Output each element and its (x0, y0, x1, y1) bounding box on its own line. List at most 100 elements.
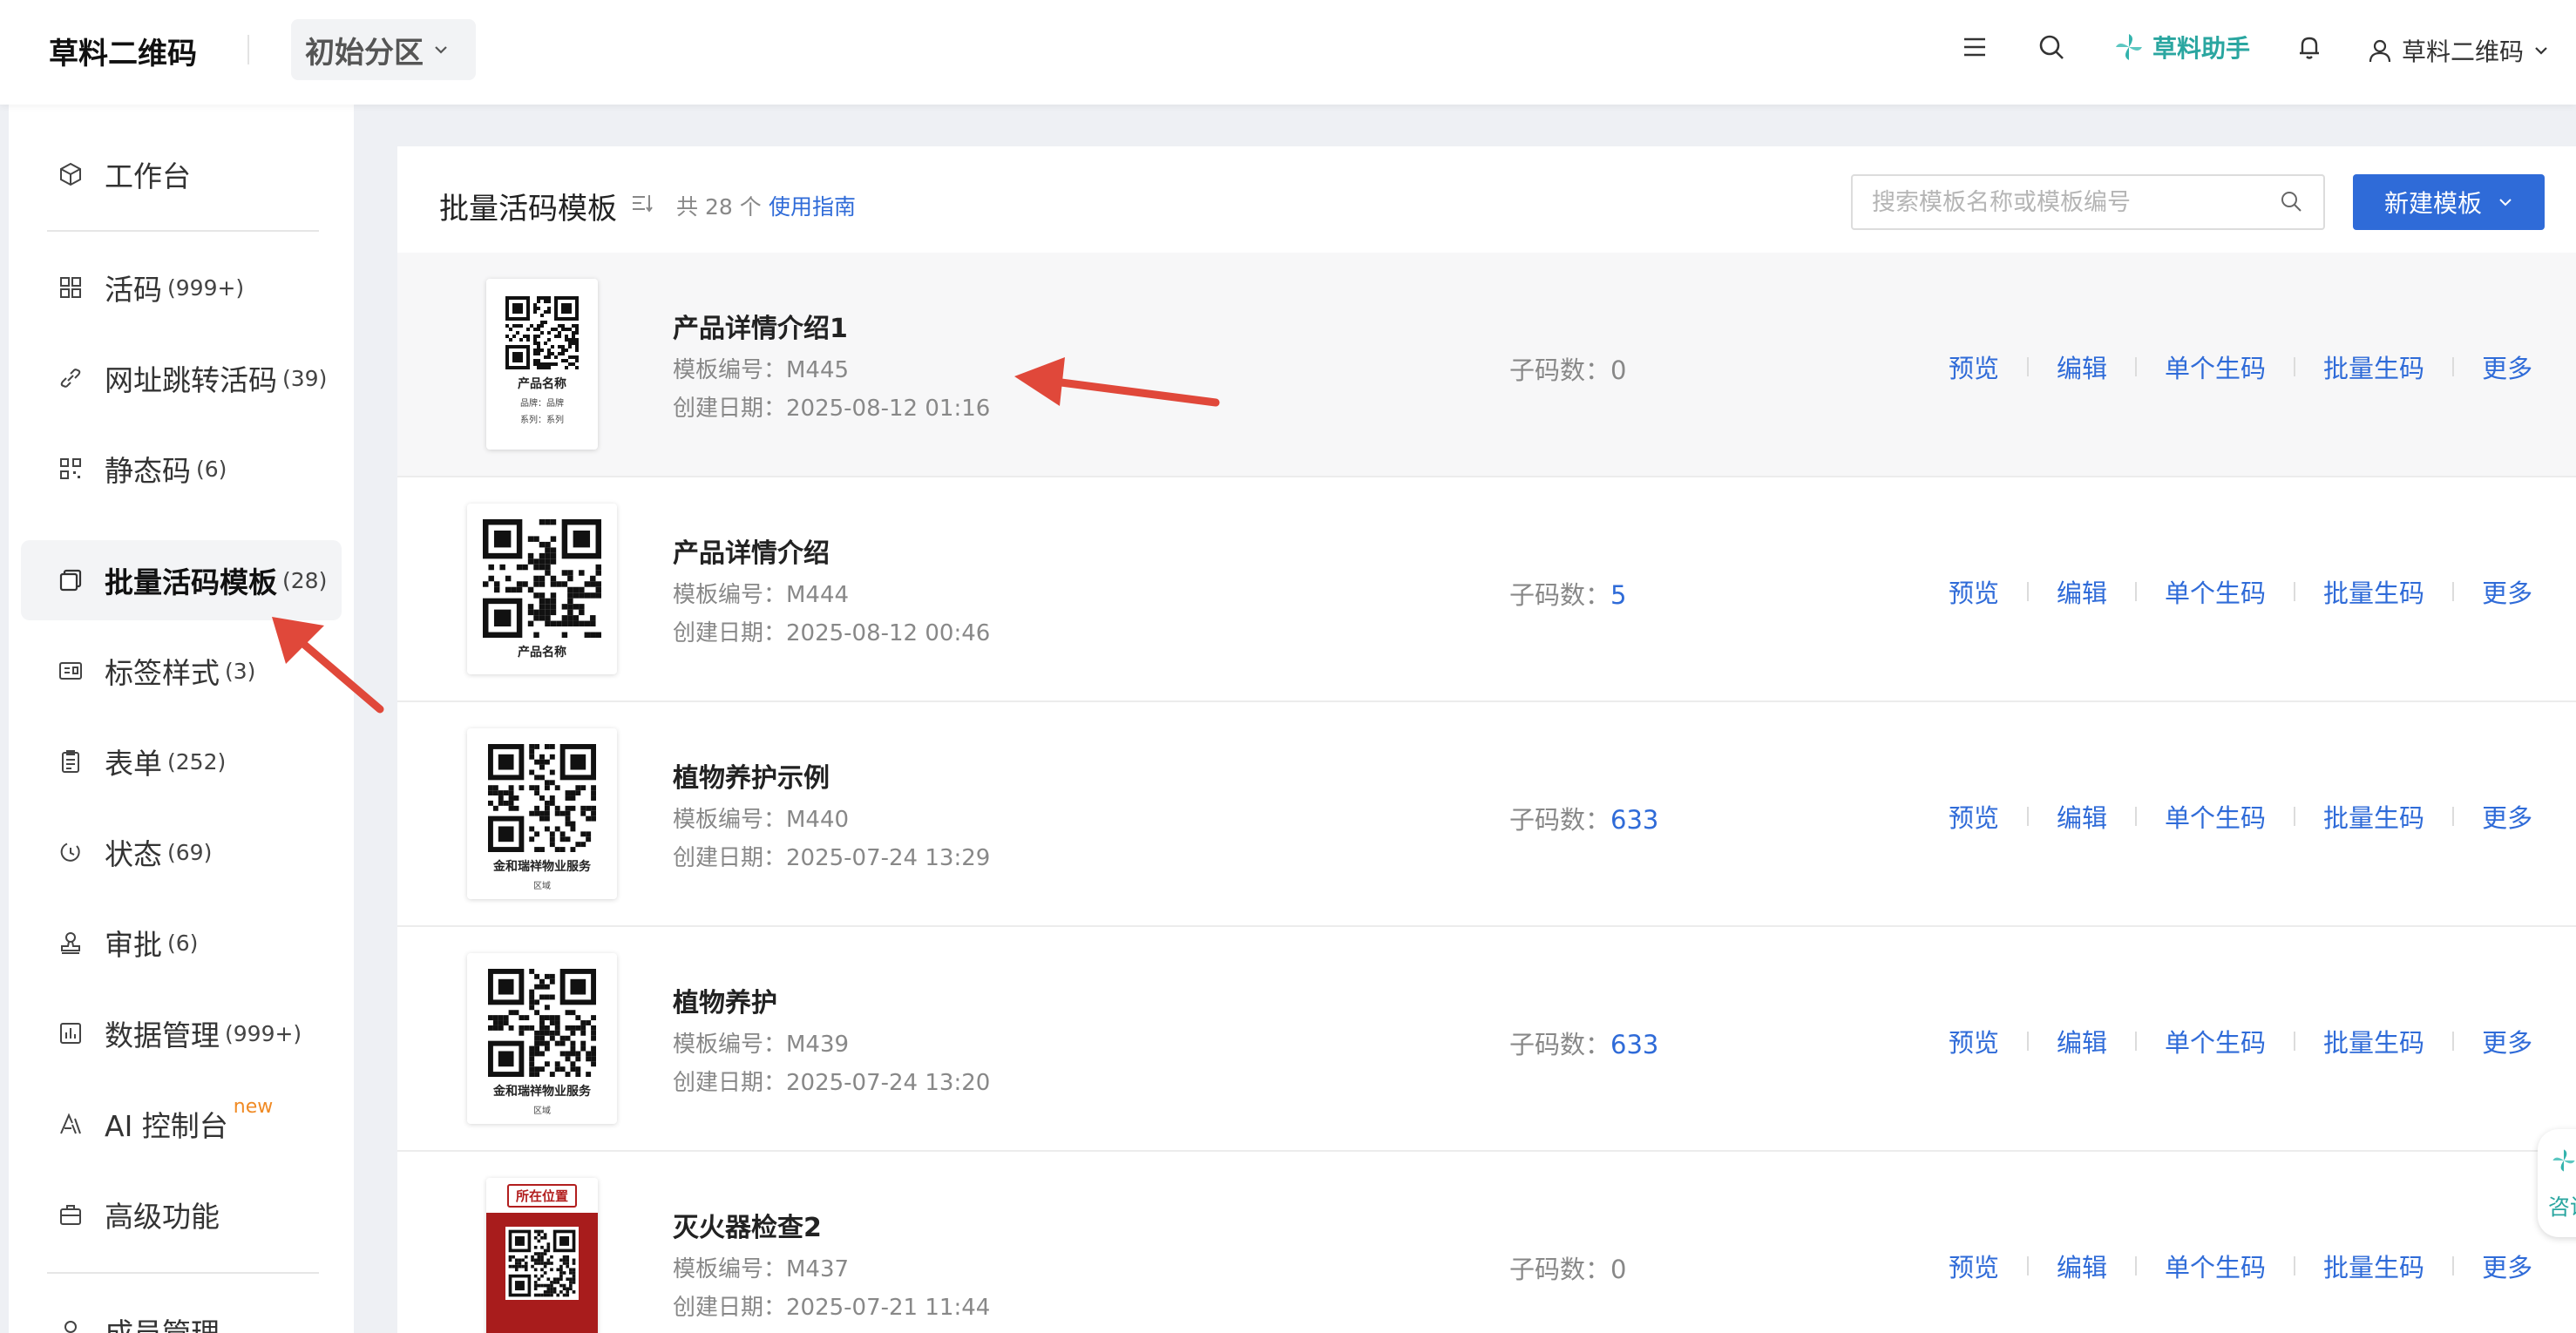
sub-code-value[interactable]: 633 (1610, 1030, 1658, 1059)
sidebar-item-label: 数据管理 (105, 1018, 220, 1052)
sidebar-item-status[interactable]: 状态 (69) (21, 812, 342, 892)
more-button[interactable]: 更多 (2454, 1248, 2532, 1284)
sidebar-item-dynamic-code[interactable]: 活码 (999+) (21, 247, 342, 328)
row-actions: 预览 编辑 单个生码 批量生码 更多 (1949, 1023, 2532, 1059)
template-thumbnail[interactable]: 金和瑞祥物业服务 区域 (467, 728, 617, 899)
preview-button[interactable]: 预览 (1949, 1248, 2027, 1284)
more-button[interactable]: 更多 (2454, 1023, 2532, 1059)
template-thumbnail[interactable]: 产品名称 品牌：品牌 系列：系列 (486, 279, 598, 450)
sort-icon[interactable] (629, 190, 655, 216)
template-row[interactable]: 产品名称 产品详情介绍 模板编号：M444 创建日期：2025-08-12 00… (397, 477, 2576, 702)
zone-label: 初始分区 (305, 35, 424, 71)
sub-code-count: 子码数：5 (1509, 575, 1626, 612)
sidebar-item-advanced[interactable]: 高级功能 (21, 1174, 342, 1255)
cube-icon (60, 162, 81, 186)
template-code: 模板编号：M444 (673, 582, 850, 608)
template-date: 创建日期：2025-08-12 01:16 (673, 396, 991, 422)
label-icon (59, 662, 82, 680)
batch-generate-button[interactable]: 批量生码 (2295, 348, 2452, 385)
search-icon[interactable] (2036, 31, 2067, 63)
header-divider (247, 35, 249, 64)
sidebar-item-count: (39) (282, 365, 328, 391)
batch-generate-button[interactable]: 批量生码 (2295, 1023, 2452, 1059)
qr-code-image (488, 744, 596, 852)
template-name[interactable]: 植物养护 (673, 981, 777, 1019)
sidebar-item-static-code[interactable]: 静态码 (6) (21, 429, 342, 509)
template-code: 模板编号：M437 (673, 1256, 850, 1282)
sub-code-label: 子码数： (1509, 580, 1611, 610)
sidebar-item-label: 成员管理 (105, 1310, 220, 1333)
consult-widget[interactable]: 咨询 (2538, 1129, 2576, 1237)
template-name[interactable]: 植物养护示例 (673, 756, 830, 795)
template-thumbnail[interactable]: 所在位置 (486, 1178, 598, 1333)
edit-button[interactable]: 编辑 (2029, 798, 2135, 835)
bell-icon[interactable] (2294, 31, 2325, 63)
sidebar-item-label: 工作台 (105, 159, 191, 193)
edit-button[interactable]: 编辑 (2029, 348, 2135, 385)
sub-code-value[interactable]: 633 (1610, 805, 1658, 835)
zone-selector[interactable]: 初始分区 (291, 19, 476, 80)
row-actions: 预览 编辑 单个生码 批量生码 更多 (1949, 798, 2532, 835)
edit-button[interactable]: 编辑 (2029, 573, 2135, 610)
sidebar-item-label: 审批 (105, 928, 162, 962)
row-actions: 预览 编辑 单个生码 批量生码 更多 (1949, 573, 2532, 610)
batch-generate-button[interactable]: 批量生码 (2295, 798, 2452, 835)
sidebar-item-url-redirect[interactable]: 网址跳转活码 (39) (21, 338, 342, 418)
template-panel: 批量活码模板 共 28 个 使用指南 新建模板 产品名称 品牌：品牌 系列：系列… (397, 146, 2576, 1333)
guide-link[interactable]: 使用指南 (769, 190, 856, 221)
sub-code-label: 子码数： (1509, 1255, 1611, 1284)
single-generate-button[interactable]: 单个生码 (2137, 1248, 2294, 1284)
sidebar-item-members[interactable]: 成员管理 (21, 1291, 342, 1333)
template-row[interactable]: 产品名称 品牌：品牌 系列：系列 产品详情介绍1 模板编号：M445 创建日期：… (397, 253, 2576, 477)
more-button[interactable]: 更多 (2454, 348, 2532, 385)
batch-generate-button[interactable]: 批量生码 (2295, 1248, 2452, 1284)
status-icon (60, 842, 80, 862)
template-thumbnail[interactable]: 金和瑞祥物业服务 区域 (467, 953, 617, 1124)
single-generate-button[interactable]: 单个生码 (2137, 573, 2294, 610)
template-row[interactable]: 金和瑞祥物业服务 区域 植物养护示例 模板编号：M440 创建日期：2025-0… (397, 702, 2576, 927)
sidebar-item-ai-console[interactable]: AI 控制台 new (21, 1084, 342, 1164)
more-button[interactable]: 更多 (2454, 798, 2532, 835)
search-icon[interactable] (2278, 188, 2304, 214)
preview-button[interactable]: 预览 (1949, 348, 2027, 385)
sidebar-divider (47, 1272, 319, 1274)
more-button[interactable]: 更多 (2454, 573, 2532, 610)
sub-code-count: 子码数：0 (1509, 1249, 1626, 1286)
chart-icon (60, 1023, 81, 1044)
sub-code-label: 子码数： (1509, 1030, 1611, 1059)
template-name[interactable]: 产品详情介绍 (673, 531, 830, 570)
link-icon (60, 369, 81, 388)
annotation-arrow (1014, 357, 1220, 407)
new-template-button[interactable]: 新建模板 (2353, 174, 2545, 230)
single-generate-button[interactable]: 单个生码 (2137, 798, 2294, 835)
sidebar-item-workbench[interactable]: 工作台 (21, 134, 342, 214)
consult-label: 咨询 (2548, 1194, 2576, 1220)
template-row[interactable]: 所在位置 灭火器检查2 模板编号：M437 创建日期：2025-07-21 11… (397, 1152, 2576, 1333)
batch-generate-button[interactable]: 批量生码 (2295, 573, 2452, 610)
search-input[interactable] (1851, 174, 2325, 230)
thumb-body (486, 1213, 598, 1333)
sidebar-item-label: 静态码 (105, 454, 191, 488)
menu-icon[interactable] (1959, 31, 1990, 63)
preview-button[interactable]: 预览 (1949, 798, 2027, 835)
user-menu[interactable]: 草料二维码 (2367, 33, 2550, 68)
template-row[interactable]: 金和瑞祥物业服务 区域 植物养护 模板编号：M439 创建日期：2025-07-… (397, 927, 2576, 1152)
thumb-title: 产品名称 (518, 646, 566, 660)
sidebar-item-approval[interactable]: 审批 (6) (21, 903, 342, 983)
edit-button[interactable]: 编辑 (2029, 1023, 2135, 1059)
preview-button[interactable]: 预览 (1949, 573, 2027, 610)
template-thumbnail[interactable]: 产品名称 (467, 504, 617, 674)
thumb-brand: 品牌：品牌 (520, 399, 564, 409)
sidebar-item-form[interactable]: 表单 (252) (21, 721, 342, 802)
template-name[interactable]: 灭火器检查2 (673, 1206, 822, 1244)
thumb-title: 金和瑞祥物业服务 (493, 860, 591, 874)
brand-logo[interactable]: 草料二维码 (49, 30, 197, 72)
sidebar-item-data-management[interactable]: 数据管理 (999+) (21, 993, 342, 1073)
template-name[interactable]: 产品详情介绍1 (673, 307, 848, 345)
single-generate-button[interactable]: 单个生码 (2137, 1023, 2294, 1059)
helper-button[interactable]: 草料助手 (2112, 30, 2250, 64)
sub-code-value[interactable]: 5 (1610, 580, 1626, 610)
single-generate-button[interactable]: 单个生码 (2137, 348, 2294, 385)
edit-button[interactable]: 编辑 (2029, 1248, 2135, 1284)
preview-button[interactable]: 预览 (1949, 1023, 2027, 1059)
